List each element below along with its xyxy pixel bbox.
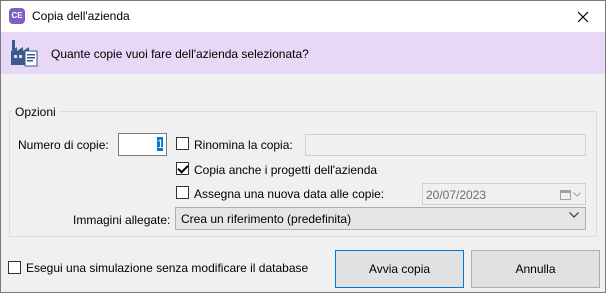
dialog-window: CE Copia dell'azienda Quante copie vuoi … [0,0,606,293]
factory-document-icon [11,40,38,67]
copy-projects-checkbox[interactable] [176,162,189,175]
rename-label: Rinomina la copia: [194,138,293,152]
images-select[interactable]: Crea un riferimento (predefinita) [175,207,586,230]
copy-projects-label: Copia anche i progetti dell'azienda [194,163,378,177]
chevron-down-icon [573,191,581,197]
question-banner: Quante copie vuoi fare dell'azienda sele… [1,32,605,74]
chevron-down-icon [569,212,579,218]
images-label: Immagini allegate: [73,213,171,227]
simulate-checkbox[interactable] [8,261,21,274]
cancel-button[interactable]: Annulla [471,250,600,288]
num-copies-value: 1 [157,137,164,151]
date-value: 20/07/2023 [426,188,487,202]
date-picker[interactable]: 20/07/2023 [422,183,586,205]
banner-question: Quante copie vuoi fare dell'azienda sele… [51,47,309,61]
title-bar: CE Copia dell'azienda [1,1,605,32]
num-copies-label: Numero di copie: [18,138,109,152]
start-copy-button[interactable]: Avvia copia [335,250,464,288]
num-copies-input[interactable]: 1 [118,133,167,156]
close-icon [577,11,589,22]
images-selected-value: Crea un riferimento (predefinita) [181,212,352,226]
rename-checkbox[interactable] [176,137,189,150]
new-date-label: Assegna una nuova data alle copie: [194,187,385,201]
app-logo-icon: CE [9,8,25,24]
new-date-checkbox[interactable] [176,186,189,199]
options-legend: Opzioni [12,105,59,119]
calendar-dropdown[interactable] [560,187,582,201]
window-title: Copia dell'azienda [32,9,130,23]
close-button[interactable] [561,1,605,32]
calendar-icon [560,189,571,200]
simulate-label: Esegui una simulazione senza modificare … [26,261,309,275]
rename-field[interactable] [305,134,586,156]
